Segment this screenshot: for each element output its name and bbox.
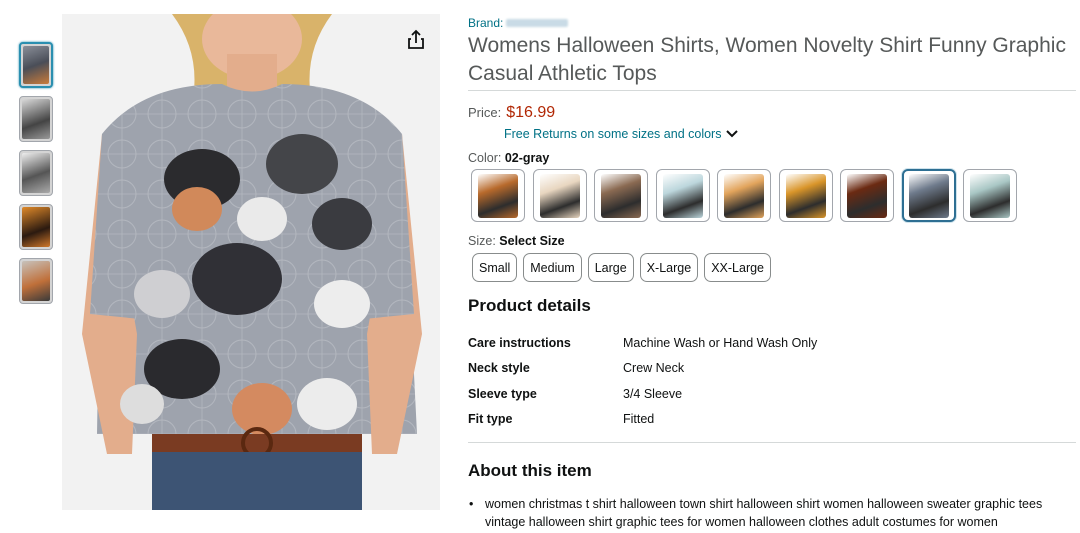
product-illustration bbox=[62, 14, 440, 510]
divider bbox=[468, 442, 1076, 443]
thumbnail-4[interactable] bbox=[19, 204, 53, 250]
brand-name-redacted bbox=[506, 19, 569, 27]
divider bbox=[468, 90, 1076, 91]
brand-label: Brand: bbox=[468, 16, 504, 30]
detail-key: Fit type bbox=[468, 412, 513, 427]
color-label-row: Color: 02-gray bbox=[468, 151, 549, 165]
about-bullet-list: • women christmas t shirt halloween town … bbox=[468, 495, 1073, 531]
swatch-image bbox=[662, 173, 703, 218]
detail-row: Fit type Fitted bbox=[468, 407, 817, 433]
size-option[interactable]: Medium bbox=[523, 253, 582, 282]
color-swatch[interactable] bbox=[655, 169, 710, 222]
swatch-image bbox=[601, 173, 641, 218]
detail-key: Sleeve type bbox=[468, 386, 537, 401]
detail-value: Crew Neck bbox=[623, 361, 685, 376]
color-swatch[interactable] bbox=[717, 169, 771, 222]
free-returns-text: Free Returns on some sizes and colors bbox=[504, 127, 722, 141]
swatch-image bbox=[785, 173, 826, 218]
about-heading: About this item bbox=[468, 461, 592, 480]
bullet-dot: • bbox=[469, 497, 474, 511]
swatch-image bbox=[970, 173, 1010, 218]
price-row: Price: $16.99 bbox=[468, 104, 555, 122]
product-details-heading: Product details bbox=[468, 296, 591, 315]
swatch-image bbox=[847, 173, 887, 218]
product-title: Womens Halloween Shirts, Women Novelty S… bbox=[468, 34, 1066, 85]
detail-row: Care instructions Machine Wash or Hand Wa… bbox=[468, 330, 817, 356]
color-swatch[interactable] bbox=[901, 169, 956, 222]
size-selected: Select Size bbox=[499, 234, 565, 248]
color-swatch[interactable] bbox=[840, 169, 894, 222]
size-option-list: Small Medium Large X-Large XX-Large bbox=[472, 253, 777, 282]
color-selected: 02-gray bbox=[504, 151, 550, 165]
size-label-row: Size: Select Size bbox=[468, 234, 565, 248]
free-returns-link[interactable]: Free Returns on some sizes and colors bbox=[504, 127, 739, 141]
swatch-image bbox=[908, 173, 949, 218]
product-main-image[interactable] bbox=[62, 14, 440, 510]
size-option[interactable]: XX-Large bbox=[704, 253, 772, 282]
color-swatch[interactable] bbox=[963, 169, 1017, 222]
detail-key: Neck style bbox=[468, 361, 530, 376]
detail-row: Sleeve type 3/4 Sleeve bbox=[468, 381, 817, 407]
thumbnail-3[interactable] bbox=[19, 150, 53, 196]
price-label: Price: bbox=[468, 105, 502, 120]
detail-value: 3/4 Sleeve bbox=[623, 386, 683, 401]
color-swatch[interactable] bbox=[778, 169, 833, 222]
detail-value: Fitted bbox=[623, 412, 655, 427]
size-label: Size: bbox=[468, 234, 496, 248]
share-icon[interactable] bbox=[404, 28, 428, 52]
about-bullet: • women christmas t shirt halloween town … bbox=[468, 495, 1073, 531]
size-option[interactable]: Large bbox=[587, 253, 634, 282]
detail-row: Neck style Crew Neck bbox=[468, 356, 817, 382]
thumbnail-2[interactable] bbox=[19, 96, 53, 142]
size-option[interactable]: Small bbox=[472, 253, 518, 282]
color-swatch-list bbox=[471, 169, 1025, 222]
chevron-down-icon bbox=[726, 130, 739, 138]
color-swatch[interactable] bbox=[594, 169, 648, 222]
thumbnail-list bbox=[19, 42, 55, 312]
thumbnail-5[interactable] bbox=[19, 258, 53, 304]
size-option[interactable]: X-Large bbox=[639, 253, 699, 282]
price-value: $16.99 bbox=[506, 104, 556, 121]
detail-key: Care instructions bbox=[468, 335, 571, 350]
product-details-table: Care instructions Machine Wash or Hand Wa… bbox=[468, 330, 817, 432]
swatch-image bbox=[478, 173, 518, 218]
about-bullet-text: women christmas t shirt halloween town s… bbox=[485, 497, 1043, 529]
color-swatch[interactable] bbox=[532, 169, 587, 222]
brand-link[interactable]: Brand: bbox=[468, 16, 569, 30]
color-label: Color: bbox=[468, 151, 502, 165]
swatch-image bbox=[539, 173, 580, 218]
detail-value: Machine Wash or Hand Wash Only bbox=[623, 335, 818, 350]
swatch-image bbox=[724, 173, 764, 218]
thumbnail-1[interactable] bbox=[19, 42, 53, 88]
color-swatch[interactable] bbox=[471, 169, 525, 222]
